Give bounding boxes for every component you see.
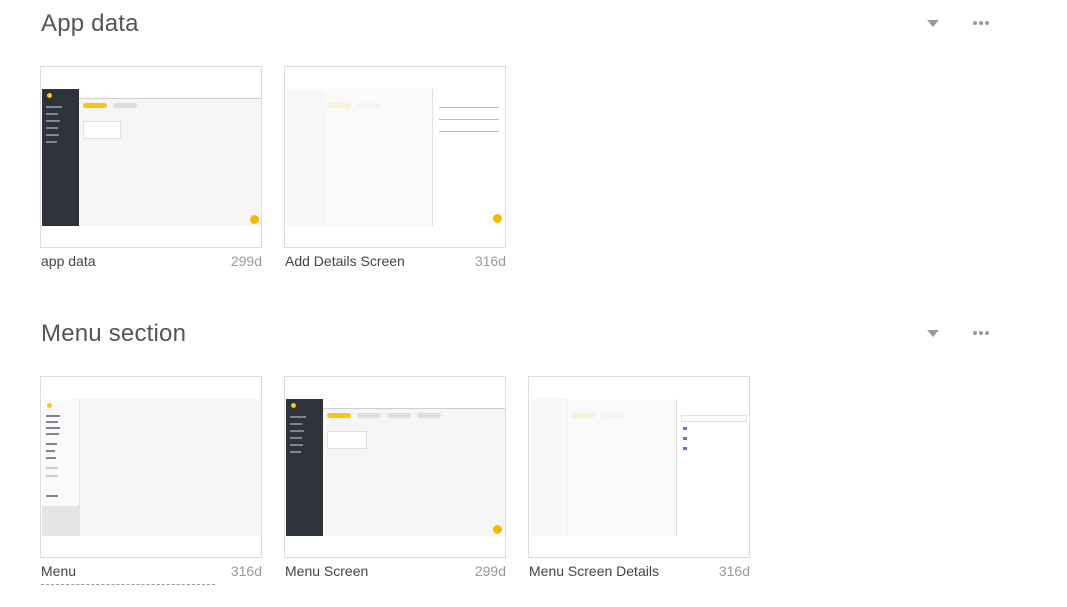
screen-age: 299d bbox=[474, 563, 506, 579]
screen-age: 316d bbox=[230, 563, 262, 579]
chevron-down-icon[interactable] bbox=[923, 13, 943, 33]
screen-thumbnail[interactable] bbox=[284, 376, 506, 558]
screen-name[interactable]: Menu Screen bbox=[285, 563, 368, 579]
screen-age: 316d bbox=[718, 563, 750, 579]
chevron-down-icon[interactable] bbox=[923, 323, 943, 343]
screen-name[interactable]: Add Details Screen bbox=[285, 253, 405, 269]
more-horizontal-icon[interactable] bbox=[971, 323, 991, 343]
screen-thumbnail[interactable] bbox=[40, 66, 262, 248]
section-title: App data bbox=[41, 10, 139, 37]
screen-name[interactable]: app data bbox=[41, 253, 96, 269]
screen-age: 316d bbox=[474, 253, 506, 269]
rename-underline bbox=[41, 584, 215, 585]
screen-age: 299d bbox=[230, 253, 262, 269]
screen-thumbnail[interactable] bbox=[284, 66, 506, 248]
screen-thumbnail[interactable] bbox=[40, 376, 262, 558]
screen-name[interactable]: Menu Screen Details bbox=[529, 563, 659, 579]
section-title: Menu section bbox=[41, 320, 187, 347]
screen-thumbnail[interactable] bbox=[528, 376, 750, 558]
more-horizontal-icon[interactable] bbox=[971, 13, 991, 33]
screen-name[interactable]: Menu bbox=[41, 563, 76, 579]
